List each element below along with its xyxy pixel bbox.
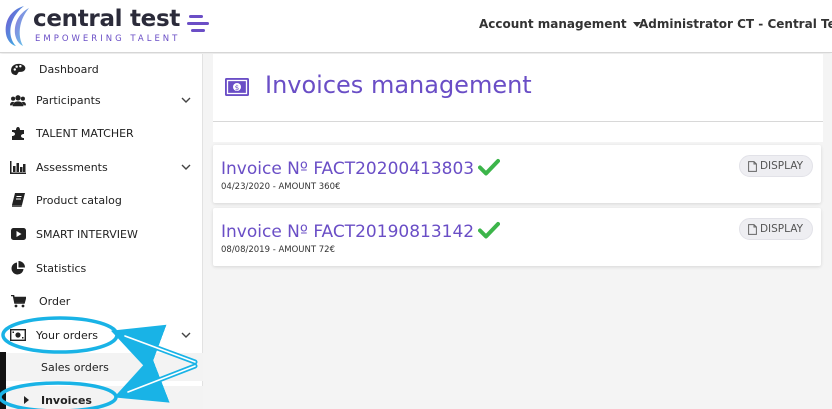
display-button[interactable]: DISPLAY (738, 155, 813, 177)
display-button-label: DISPLAY (759, 223, 803, 235)
invoice-card: Invoice Nº FACT20190813142 08/08/2019 - … (213, 208, 821, 266)
money-icon: $ (225, 78, 249, 96)
bar-chart-icon (10, 159, 26, 175)
caret-right-icon (24, 396, 29, 404)
account-management-label: Account management (479, 17, 627, 31)
page-header: $ Invoices management (213, 54, 823, 122)
sidebar-subitem-label: Sales orders (41, 360, 109, 374)
page-title: Invoices management (265, 71, 532, 99)
chevron-down-icon[interactable] (181, 330, 191, 340)
main-content: $ Invoices management Invoice Nº FACT202… (203, 54, 832, 409)
sidebar-item-label: Product catalog (36, 193, 122, 207)
central-test-logo-icon[interactable] (2, 4, 32, 48)
sidebar-item-label: SMART INTERVIEW (36, 227, 138, 241)
sidebar-item-label: Order (39, 294, 71, 308)
chevron-down-icon[interactable] (181, 95, 191, 105)
sidebar-item-product-catalog[interactable]: Product catalog (0, 185, 203, 215)
check-icon (478, 222, 501, 239)
sidebar-subitem-invoices[interactable]: Invoices (0, 386, 203, 409)
invoice-title[interactable]: Invoice Nº FACT20200413803 (221, 158, 501, 179)
sidebar-subitem-sales-orders[interactable]: Sales orders (0, 353, 203, 381)
brand-name[interactable]: central test (33, 6, 180, 32)
sidebar: Dashboard Participants TALENT MATCHER As… (0, 54, 203, 409)
sidebar-item-order[interactable]: Order (0, 286, 203, 316)
sidebar-item-label: TALENT MATCHER (36, 126, 134, 140)
document-icon (748, 160, 757, 172)
sidebar-item-participants[interactable]: Participants (0, 85, 203, 115)
submenu-indicator-bar (0, 352, 6, 409)
document-icon (748, 223, 757, 235)
display-button[interactable]: DISPLAY (738, 218, 813, 240)
sidebar-item-label: Assessments (36, 160, 108, 174)
sidebar-item-dashboard[interactable]: Dashboard (0, 54, 203, 84)
sidebar-subitem-label: Invoices (41, 393, 92, 407)
check-icon (478, 159, 501, 176)
sidebar-item-label: Your orders (36, 328, 99, 342)
puzzle-icon (10, 125, 26, 141)
pie-chart-icon (10, 260, 26, 276)
invoice-title[interactable]: Invoice Nº FACT20190813142 (221, 221, 501, 242)
sidebar-item-assessments[interactable]: Assessments (0, 152, 203, 182)
money-icon (10, 327, 26, 343)
book-icon (10, 192, 26, 208)
sidebar-item-statistics[interactable]: Statistics (0, 253, 203, 283)
sidebar-item-label: Dashboard (39, 62, 99, 76)
chevron-down-icon[interactable] (181, 162, 191, 172)
user-menu[interactable]: Administrator CT - Central Test (639, 17, 832, 31)
sidebar-item-smart-interview[interactable]: SMART INTERVIEW (0, 219, 203, 249)
invoice-date-amount: 08/08/2019 - AMOUNT 72€ (221, 245, 335, 255)
hamburger-menu-icon[interactable] (187, 15, 209, 33)
users-icon (10, 92, 26, 108)
invoice-card: Invoice Nº FACT20200413803 04/23/2020 - … (213, 145, 821, 203)
user-menu-label: Administrator CT - Central Test (639, 17, 832, 31)
sidebar-item-label: Statistics (36, 261, 87, 275)
sidebar-item-talent-matcher[interactable]: TALENT MATCHER (0, 118, 203, 148)
invoice-number: Invoice Nº FACT20200413803 (221, 159, 475, 179)
header-spacer (213, 122, 823, 142)
invoice-date-amount: 04/23/2020 - AMOUNT 360€ (221, 182, 341, 192)
display-button-label: DISPLAY (759, 160, 803, 172)
invoice-number: Invoice Nº FACT20190813142 (221, 222, 475, 242)
svg-text:$: $ (235, 84, 239, 92)
video-icon (10, 226, 26, 242)
palette-icon (10, 61, 26, 77)
sidebar-item-label: Participants (36, 93, 101, 107)
account-management-menu[interactable]: Account management (479, 17, 641, 31)
sidebar-item-your-orders[interactable]: Your orders (0, 320, 203, 350)
cart-icon (10, 293, 26, 309)
brand-tagline: EMPOWERING TALENT (35, 34, 181, 44)
top-bar: central test EMPOWERING TALENT Account m… (0, 0, 832, 53)
